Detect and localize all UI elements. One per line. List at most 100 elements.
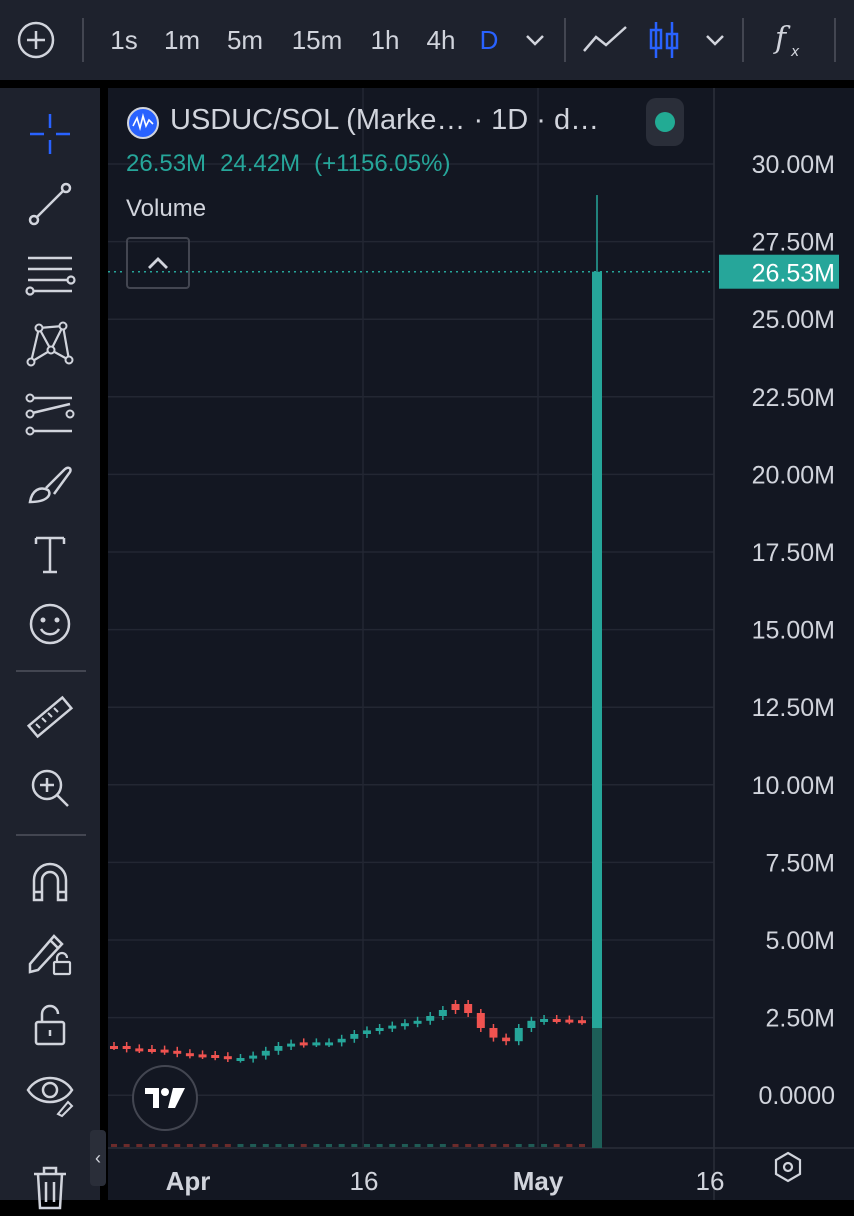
interval-1h[interactable]: 1h <box>366 0 404 80</box>
small-volume-bar <box>326 1144 333 1147</box>
market-status-indicator[interactable] <box>646 98 684 146</box>
y-tick-label: 30.00M <box>752 151 835 179</box>
trash-icon[interactable] <box>20 1156 80 1216</box>
candle-body <box>388 1025 397 1029</box>
candle-body <box>299 1042 308 1046</box>
candle-body <box>198 1054 207 1058</box>
y-tick-label: 17.50M <box>752 539 835 567</box>
symbol-title[interactable]: USDUC/SOL (Marke… · 1D · d… <box>170 104 599 137</box>
brush-icon[interactable] <box>20 454 80 514</box>
candle-body <box>147 1049 156 1052</box>
candle-body <box>261 1050 270 1056</box>
unlock-icon[interactable] <box>20 994 80 1054</box>
small-volume-bar <box>262 1144 269 1147</box>
y-tick-label: 15.00M <box>752 617 835 645</box>
interval-5m[interactable]: 5m <box>220 0 270 80</box>
y-tick-label: 20.00M <box>752 461 835 489</box>
small-volume-bar <box>579 1144 585 1147</box>
small-volume-bar <box>186 1144 193 1147</box>
small-volume-bar <box>212 1144 219 1147</box>
small-volume-bar <box>250 1144 257 1147</box>
emoji-icon[interactable] <box>20 594 80 654</box>
forecast-icon[interactable] <box>20 384 80 444</box>
candle-body <box>312 1042 321 1046</box>
y-tick-label: 27.50M <box>752 229 835 257</box>
tradingview-logo[interactable] <box>132 1065 198 1131</box>
candle-body <box>578 1020 586 1024</box>
candle-body <box>122 1046 131 1049</box>
candle-body <box>325 1042 334 1046</box>
small-volume-bar <box>439 1144 446 1147</box>
chevron-down-icon[interactable] <box>700 0 730 80</box>
chevron-down-icon[interactable] <box>520 0 550 80</box>
candle-body <box>350 1034 359 1039</box>
candlestick-icon[interactable] <box>644 0 684 80</box>
candle-body <box>274 1046 283 1051</box>
eye-icon[interactable] <box>20 1064 80 1124</box>
small-volume-bar <box>452 1144 459 1147</box>
candle-body <box>185 1053 194 1057</box>
small-volume-bar <box>414 1144 421 1147</box>
interval-1m[interactable]: 1m <box>158 0 206 80</box>
y-tick-label: 25.00M <box>752 306 835 334</box>
ruler-icon[interactable] <box>20 688 80 748</box>
candle-body <box>426 1016 435 1021</box>
small-volume-bar <box>338 1144 345 1147</box>
svg-text:f: f <box>773 21 791 56</box>
chart-pane[interactable]: 30.00M 27.50M 25.00M 22.50M 20.00M 17.50M 15.0… <box>108 88 854 1200</box>
fib-retracement-icon[interactable] <box>20 244 80 304</box>
collapse-sidebar-handle[interactable]: ‹ <box>90 1130 106 1186</box>
candle-body <box>476 1013 485 1028</box>
small-volume-bar <box>174 1144 181 1147</box>
toolbar-divider <box>564 18 566 62</box>
y-tick-label: 7.50M <box>766 849 835 877</box>
small-volume-bar <box>148 1144 155 1147</box>
lock-drawing-icon[interactable] <box>20 922 80 982</box>
candle-body <box>135 1048 144 1052</box>
candle-body <box>223 1056 232 1060</box>
trend-line-icon[interactable] <box>20 174 80 234</box>
candle-body <box>514 1028 523 1042</box>
x-tick-label: 16 <box>350 1166 379 1196</box>
candle-body <box>249 1055 258 1059</box>
toolbar-divider <box>834 18 836 62</box>
candle-body <box>173 1050 182 1054</box>
small-volume-bar <box>477 1144 484 1147</box>
legend-values: 26.53M 24.42M (+1156.05%) <box>126 150 464 178</box>
crosshair-icon[interactable] <box>20 104 80 164</box>
collapse-legend-button[interactable] <box>126 237 190 289</box>
candle-body <box>400 1023 409 1027</box>
change-percent: (+1156.05%) <box>314 150 451 177</box>
y-tick-label: 2.50M <box>766 1005 835 1033</box>
text-icon[interactable] <box>20 524 80 584</box>
pattern-icon[interactable] <box>20 314 80 374</box>
x-axis-area <box>108 1148 854 1200</box>
x-tick-label: 16 <box>696 1166 725 1196</box>
interval-d-active[interactable]: D <box>476 0 502 80</box>
toolbar-divider <box>16 670 86 672</box>
last-value-label: 26.53M <box>752 260 835 288</box>
add-symbol-icon[interactable] <box>14 0 58 80</box>
toolbar-divider <box>742 18 744 62</box>
magnet-icon[interactable] <box>20 852 80 912</box>
interval-4h[interactable]: 4h <box>420 0 462 80</box>
small-volume-bar <box>503 1144 510 1147</box>
indicators-fx-icon[interactable]: fx <box>770 0 810 80</box>
zoom-in-icon[interactable] <box>20 758 80 818</box>
small-volume-bar <box>136 1144 143 1147</box>
small-volume-bar <box>275 1144 282 1147</box>
small-volume-bar <box>528 1144 535 1147</box>
candle-body <box>287 1043 296 1047</box>
volume-chart[interactable]: 30.00M 27.50M 25.00M 22.50M 20.00M 17.50M 15.0… <box>108 88 854 1200</box>
toolbar-divider <box>82 18 84 62</box>
interval-1s[interactable]: 1s <box>104 0 144 80</box>
volume-spike-lower <box>592 1028 602 1148</box>
small-volume-bar <box>401 1144 408 1147</box>
y-tick-label: 10.00M <box>752 772 835 800</box>
small-volume-bar <box>389 1144 396 1147</box>
svg-text:x: x <box>790 44 800 60</box>
interval-15m[interactable]: 15m <box>285 0 349 80</box>
candle-body <box>451 1004 460 1010</box>
y-tick-label: 0.0000 <box>759 1082 835 1110</box>
line-chart-icon[interactable] <box>580 0 630 80</box>
